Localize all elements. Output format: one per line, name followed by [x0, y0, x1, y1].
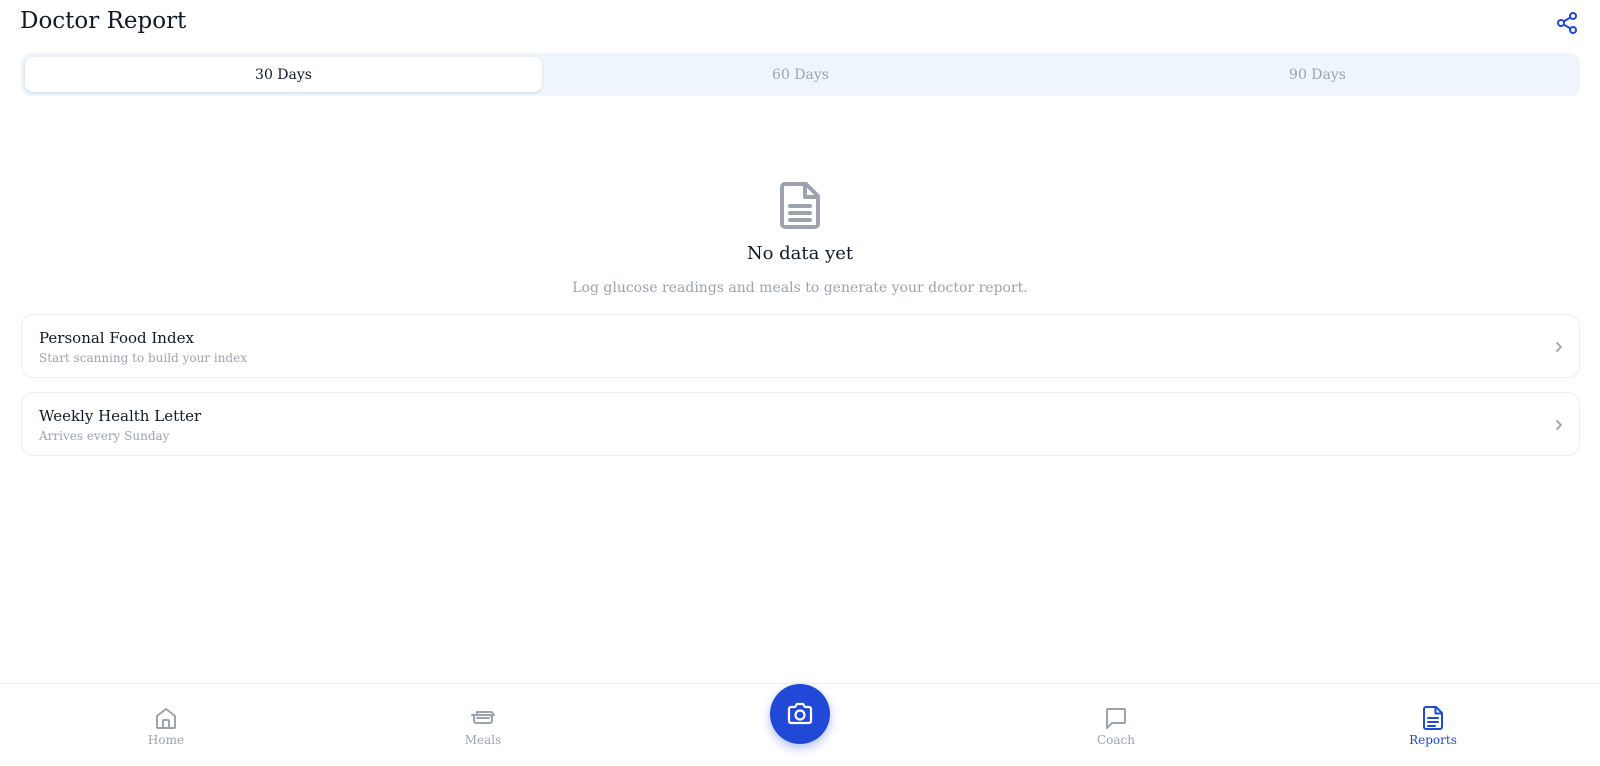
header: Doctor Report: [0, 0, 1600, 48]
chat-bubble-icon: [1106, 708, 1126, 729]
document-icon: [1423, 706, 1443, 730]
home-icon: [156, 708, 176, 729]
nav-label: Coach: [1096, 733, 1135, 747]
chevron-right-icon: [1556, 342, 1562, 352]
bowl-icon: [471, 711, 495, 724]
nav-label: Meals: [464, 733, 502, 747]
nav-label: Reports: [1409, 733, 1457, 747]
share-button[interactable]: [1554, 10, 1580, 36]
empty-state-message: Log glucose readings and meals to genera…: [572, 280, 1028, 296]
personal-food-index-card[interactable]: Personal Food Index Start scanning to bu…: [21, 314, 1580, 378]
chevron-right-icon: [1556, 420, 1562, 430]
share-icon: [1557, 12, 1577, 34]
document-icon: [780, 182, 820, 229]
nav-reports[interactable]: Reports: [1383, 704, 1483, 756]
camera-icon: [787, 702, 813, 725]
page-title: Doctor Report: [20, 8, 187, 34]
nav-label: Home: [147, 733, 185, 747]
nav-home[interactable]: Home: [116, 704, 216, 756]
weekly-health-letter-card[interactable]: Weekly Health Letter Arrives every Sunda…: [21, 392, 1580, 456]
card-subtitle: Arrives every Sunday: [39, 429, 170, 443]
tab-30-days[interactable]: 30 Days: [25, 57, 542, 92]
period-tabs: 30 Days 60 Days 90 Days: [21, 53, 1580, 96]
tab-90-days[interactable]: 90 Days: [1059, 57, 1576, 92]
camera-button[interactable]: [770, 684, 830, 744]
card-title: Personal Food Index: [39, 329, 194, 347]
nav-meals[interactable]: Meals: [433, 704, 533, 756]
empty-state-title: No data yet: [746, 243, 854, 264]
doctor-report-screen: Doctor Report 30 Days 60 Days 90 Days No…: [0, 0, 1600, 766]
card-title: Weekly Health Letter: [39, 407, 202, 425]
card-subtitle: Start scanning to build your index: [39, 351, 247, 365]
tab-60-days[interactable]: 60 Days: [542, 57, 1059, 92]
nav-coach[interactable]: Coach: [1066, 704, 1166, 756]
